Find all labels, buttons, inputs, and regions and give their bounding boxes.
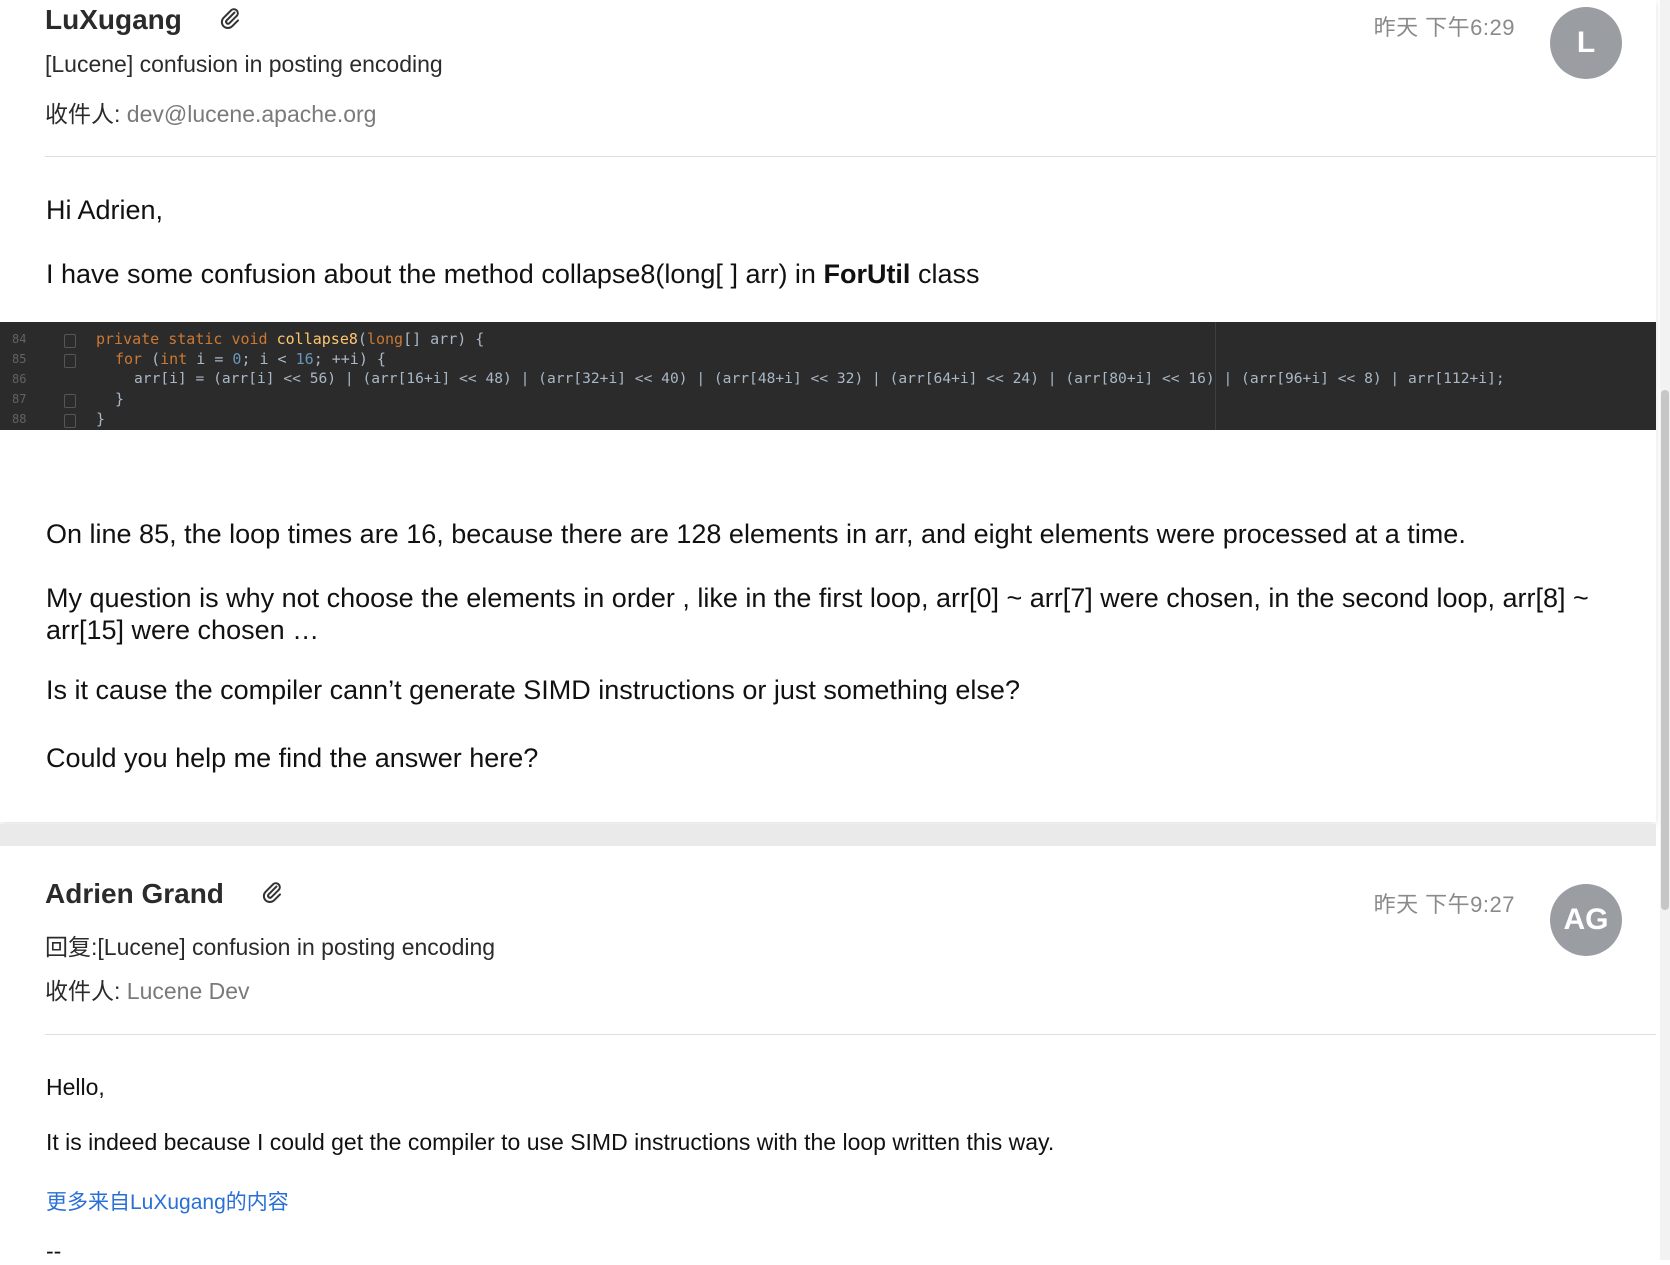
body-paragraph: On line 85, the loop times are 16, becau… <box>46 519 1466 549</box>
intro-prefix: I have some confusion about the method c… <box>46 259 824 289</box>
line-number: 87 <box>12 392 27 406</box>
line-number: 88 <box>12 412 27 426</box>
sender-name[interactable]: LuXugang <box>45 4 182 36</box>
paperclip-icon[interactable] <box>218 6 242 30</box>
header-divider <box>45 156 1656 157</box>
fold-marker-icon <box>64 354 76 368</box>
code-margin-guide <box>1215 322 1216 430</box>
code-line: } <box>115 390 125 408</box>
fold-marker-icon <box>64 414 76 428</box>
recipient-label: 收件人: <box>45 101 121 127</box>
email-message-1: LuXugang 昨天 下午6:29 L [Lucene] confusion … <box>0 0 1656 822</box>
code-line: arr[i] = (arr[i] << 56) | (arr[16+i] << … <box>134 370 1505 387</box>
line-number: 86 <box>12 372 27 386</box>
body-paragraph: Is it cause the compiler cann’t generate… <box>46 675 1020 705</box>
message-time: 昨天 下午6:29 <box>1373 15 1515 40</box>
intro-suffix: class <box>910 259 980 289</box>
body-paragraph: Could you help me find the answer here? <box>46 743 539 773</box>
fold-marker-icon <box>64 394 76 408</box>
recipient-address[interactable]: dev@lucene.apache.org <box>127 101 377 127</box>
code-line: for (int i = 0; i < 16; ++i) { <box>115 350 386 368</box>
recipient-line: 收件人: Lucene Dev <box>45 972 250 1006</box>
greeting: Hello, <box>46 1074 105 1100</box>
recipient-label: 收件人: <box>45 978 121 1004</box>
code-screenshot: 84 85 86 87 88 private static void colla… <box>0 322 1656 430</box>
recipient-address[interactable]: Lucene Dev <box>127 978 250 1004</box>
avatar[interactable]: L <box>1550 7 1622 79</box>
code-line: private static void collapse8(long[] arr… <box>96 330 485 348</box>
more-content-link[interactable]: 更多来自LuXugang的内容 <box>46 1186 289 1216</box>
header-divider <box>45 1034 1656 1035</box>
message-time: 昨天 下午9:27 <box>1373 892 1515 917</box>
greeting: Hi Adrien, <box>46 195 164 225</box>
avatar[interactable]: AG <box>1550 884 1622 956</box>
line-number: 85 <box>12 352 27 366</box>
email-message-2: Adrien Grand 昨天 下午9:27 AG 回复:[Lucene] co… <box>0 846 1656 1264</box>
message-separator <box>0 824 1656 846</box>
line-number: 84 <box>12 332 27 346</box>
body-paragraph: My question is why not choose the elemen… <box>46 583 1589 645</box>
scrollbar-thumb[interactable] <box>1661 390 1669 910</box>
intro-paragraph: I have some confusion about the method c… <box>46 258 1616 290</box>
signature-separator: -- <box>46 1238 62 1264</box>
paperclip-icon[interactable] <box>260 880 284 904</box>
message-subject: [Lucene] confusion in posting encoding <box>45 51 443 77</box>
sender-name[interactable]: Adrien Grand <box>45 878 224 910</box>
line-number-gutter: 84 85 86 87 88 <box>0 322 60 430</box>
recipient-line: 收件人: dev@lucene.apache.org <box>45 95 376 129</box>
intro-bold: ForUtil <box>823 259 911 289</box>
code-line: } <box>96 410 106 428</box>
message-subject: 回复:[Lucene] confusion in posting encodin… <box>45 934 496 960</box>
fold-marker-icon <box>64 334 76 348</box>
body-paragraph: It is indeed because I could get the com… <box>46 1129 1055 1155</box>
